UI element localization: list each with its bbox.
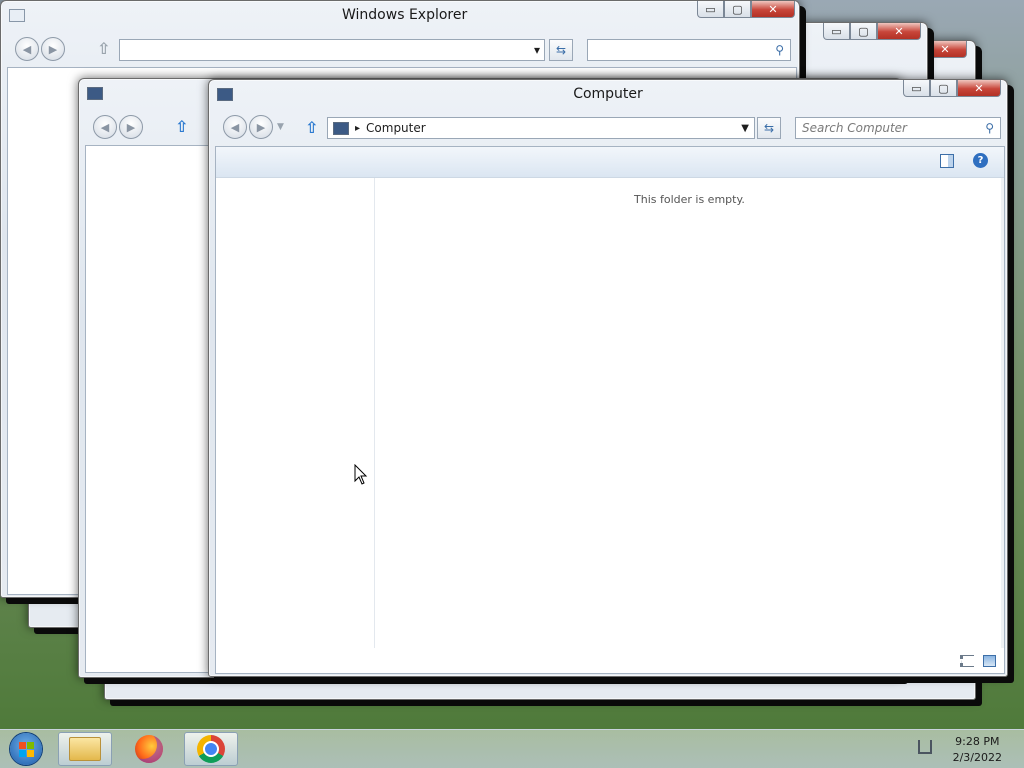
back-icon[interactable]: ◀ [223, 115, 247, 139]
search-icon: ⚲ [775, 43, 784, 57]
up-arrow-icon[interactable]: ⇧ [175, 117, 188, 136]
search-input[interactable]: Search Computer ⚲ [795, 117, 1001, 139]
close-button[interactable]: ✕ [877, 23, 921, 40]
empty-folder-message: This folder is empty. [634, 193, 745, 206]
forward-icon[interactable]: ▶ [41, 37, 65, 61]
back-icon[interactable]: ◀ [15, 37, 39, 61]
preview-pane-icon[interactable] [940, 154, 954, 168]
search-placeholder: Search Computer [802, 121, 907, 135]
computer-window: Computer ▭ ▢ ✕ ◀ ▶ ▼ ⇧ ▸ Computer ▼ ⇆ Se… [208, 79, 1008, 677]
start-button[interactable] [2, 732, 50, 766]
breadcrumb-item-computer[interactable]: Computer [366, 121, 426, 135]
clock-time: 9:28 PM [955, 735, 1000, 748]
up-arrow-icon[interactable]: ⇧ [97, 39, 110, 58]
window-icon [9, 9, 25, 22]
refresh-icon[interactable]: ⇆ [549, 39, 573, 61]
clock[interactable]: 9:28 PM 2/3/2022 [953, 734, 1002, 766]
network-icon[interactable] [918, 740, 932, 754]
close-button[interactable]: ✕ [957, 80, 1001, 97]
address-bar[interactable]: ▾ [119, 39, 545, 61]
clock-date: 2/3/2022 [952, 751, 1002, 764]
help-icon[interactable]: ? [973, 153, 988, 168]
taskbar: 9:28 PM 2/3/2022 [0, 729, 1024, 768]
breadcrumb-separator-icon[interactable]: ▸ [355, 123, 360, 134]
firefox-icon [135, 735, 163, 763]
minimize-button[interactable]: ▭ [697, 1, 724, 18]
scrollbar[interactable] [1001, 178, 1004, 648]
address-dropdown-icon[interactable]: ▼ [741, 123, 749, 134]
back-icon[interactable]: ◀ [93, 115, 117, 139]
window-title: Computer [573, 86, 643, 102]
chrome-icon [197, 735, 225, 763]
folder-icon [69, 737, 101, 761]
folder-content-area: ? This folder is empty. [215, 146, 1005, 674]
minimize-button[interactable]: ▭ [823, 23, 850, 40]
search-input[interactable]: ⚲ [587, 39, 791, 61]
mouse-cursor-icon [354, 464, 368, 485]
minimize-button[interactable]: ▭ [903, 80, 930, 97]
address-bar[interactable]: ▸ Computer ▼ [327, 117, 755, 139]
command-bar: ? [216, 147, 1004, 178]
window-icon [87, 87, 103, 100]
navigation-pane[interactable] [216, 178, 375, 648]
refresh-icon[interactable]: ⇆ [757, 117, 781, 139]
computer-icon [333, 121, 349, 135]
large-icons-view-icon[interactable] [983, 655, 996, 667]
maximize-button[interactable]: ▢ [724, 1, 751, 18]
taskbar-item-windows-explorer[interactable] [58, 732, 112, 766]
taskbar-item-firefox[interactable] [122, 732, 176, 766]
forward-icon[interactable]: ▶ [249, 115, 273, 139]
close-button[interactable]: ✕ [751, 1, 795, 18]
details-view-icon[interactable] [960, 655, 974, 667]
maximize-button[interactable]: ▢ [850, 23, 877, 40]
window-title: Windows Explorer [342, 7, 468, 23]
close-button[interactable]: ✕ [923, 41, 967, 58]
recent-pages-dropdown-icon[interactable]: ▼ [277, 122, 284, 132]
search-icon: ⚲ [985, 121, 994, 135]
maximize-button[interactable]: ▢ [930, 80, 957, 97]
taskbar-item-chrome[interactable] [184, 732, 238, 766]
forward-icon[interactable]: ▶ [119, 115, 143, 139]
up-arrow-icon[interactable]: ⇧ [305, 118, 318, 137]
windows-logo-icon [10, 733, 42, 765]
